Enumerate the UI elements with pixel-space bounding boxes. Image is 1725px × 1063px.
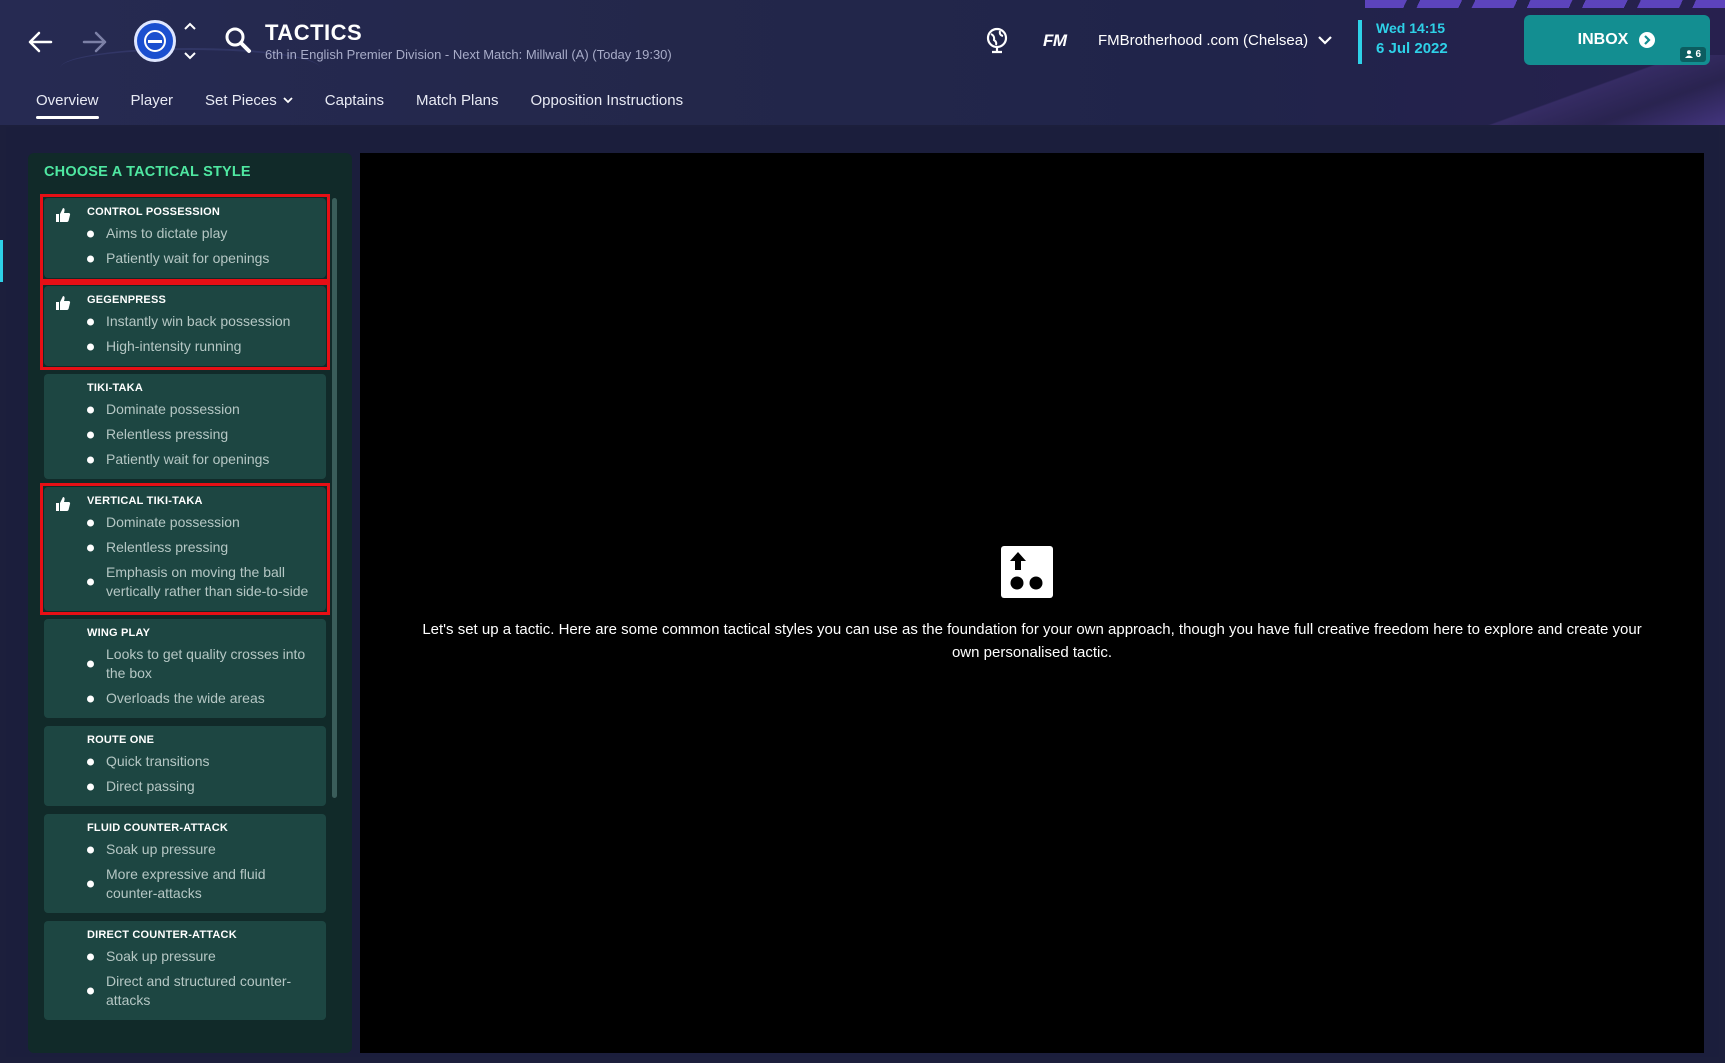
tactical-style-point: Emphasis on moving the ball vertically r… xyxy=(87,563,316,601)
tactic-formation-icon xyxy=(1001,546,1053,598)
tactical-style-name: GEGENPRESS xyxy=(87,294,167,306)
game-time: Wed 14:15 xyxy=(1376,20,1445,36)
tactical-style-point: Aims to dictate play xyxy=(87,224,316,243)
tactical-style-point: Relentless pressing xyxy=(87,425,316,444)
tactical-style-point: Quick transitions xyxy=(87,752,316,771)
tactical-style-points: Soak up pressure More expressive and flui… xyxy=(87,840,316,903)
tactical-style-points: Quick transitions Direct passing xyxy=(87,752,316,796)
tactical-style-point: Direct and structured counter-attacks xyxy=(87,972,316,1010)
tactical-style-point: Overloads the wide areas xyxy=(87,689,316,708)
tab-opposition-instructions[interactable]: Opposition Instructions xyxy=(519,86,696,119)
header-decoration xyxy=(1365,0,1725,8)
game-date: Wed 14:15 6 Jul 2022 xyxy=(1358,20,1448,64)
tactical-style-card[interactable]: ROUTE ONE Quick transitions Direct passing xyxy=(44,726,326,806)
tactical-style-point: Dominate possession xyxy=(87,513,316,532)
manager-profile-name: FMBrotherhood .com (Chelsea) xyxy=(1098,32,1309,49)
top-header: TACTICS 6th in English Premier Division … xyxy=(0,0,1725,125)
game-day: 6 Jul 2022 xyxy=(1376,40,1448,57)
search-icon xyxy=(225,27,251,53)
forward-button[interactable] xyxy=(75,22,115,62)
sidebar-indicator xyxy=(0,240,3,282)
tactical-style-point: High-intensity running xyxy=(87,337,316,356)
club-crest-icon xyxy=(144,30,166,52)
tactical-style-card[interactable]: GEGENPRESS Instantly win back possession H… xyxy=(44,286,326,366)
tactical-style-name: VERTICAL TIKI-TAKA xyxy=(87,495,203,507)
arrow-left-icon xyxy=(28,31,53,53)
page-title: TACTICS xyxy=(265,20,363,45)
tactical-style-points: Aims to dictate play Patiently wait for o… xyxy=(87,224,316,268)
tactical-style-point: Patiently wait for openings xyxy=(87,249,316,268)
inbox-button[interactable]: INBOX 6 xyxy=(1524,15,1710,65)
tactical-style-card[interactable]: DIRECT COUNTER-ATTACK Soak up pressure Dir… xyxy=(44,921,326,1020)
tactical-style-name: FLUID COUNTER-ATTACK xyxy=(87,822,229,834)
tab-match-plans[interactable]: Match Plans xyxy=(404,86,511,119)
tactical-style-point: Soak up pressure xyxy=(87,840,316,859)
tactical-style-list: CONTROL POSSESSION Aims to dictate play Pa… xyxy=(44,198,326,1028)
chevron-down-icon xyxy=(1318,36,1332,45)
thumbs-up-icon xyxy=(54,495,72,513)
tactical-style-card[interactable]: TIKI-TAKA Dominate possession Relentless p… xyxy=(44,374,326,479)
globe-icon xyxy=(986,27,1008,54)
chevron-up-icon xyxy=(184,22,196,30)
fm-logo: FM xyxy=(1043,31,1067,50)
club-switcher[interactable] xyxy=(182,22,198,60)
tactical-style-point: Direct passing xyxy=(87,777,316,796)
search-button[interactable] xyxy=(224,26,254,56)
tactical-style-name: TIKI-TAKA xyxy=(87,382,143,394)
person-icon xyxy=(1684,50,1693,58)
arrow-circle-right-icon xyxy=(1639,32,1656,48)
inbox-count-badge: 6 xyxy=(1679,47,1706,62)
tab-label: Opposition Instructions xyxy=(530,92,684,109)
intro-text: Let's set up a tactic. Here are some com… xyxy=(422,621,1642,661)
tactical-style-name: CONTROL POSSESSION xyxy=(87,206,220,218)
tactic-content-area: Let's set up a tactic. Here are some com… xyxy=(360,153,1704,1053)
tactical-style-panel: CHOOSE A TACTICAL STYLE CONTROL POSSESSI… xyxy=(28,153,352,1053)
tab-label: Captains xyxy=(324,92,384,109)
tactical-style-points: Looks to get quality crosses into the bo… xyxy=(87,645,316,708)
world-button[interactable] xyxy=(983,26,1011,54)
tactical-style-card[interactable]: CONTROL POSSESSION Aims to dictate play Pa… xyxy=(44,198,326,278)
tactical-style-name: WING PLAY xyxy=(87,627,151,639)
header-decoration-right xyxy=(1485,55,1725,125)
tactical-style-card[interactable]: WING PLAY Looks to get quality crosses in… xyxy=(44,619,326,718)
tactical-style-point: Dominate possession xyxy=(87,400,316,419)
tactical-style-name: ROUTE ONE xyxy=(87,734,155,746)
tactical-style-points: Dominate possession Relentless pressing Pa… xyxy=(87,400,316,469)
tactical-style-points: Soak up pressure Direct and structured co… xyxy=(87,947,316,1010)
chevron-down-icon xyxy=(184,52,196,60)
tab-overview[interactable]: Overview xyxy=(24,86,111,119)
tab-set-pieces[interactable]: Set Pieces xyxy=(193,86,305,119)
tab-label: Set Pieces xyxy=(205,92,277,109)
tab-label: Match Plans xyxy=(415,92,499,109)
tab-label: Overview xyxy=(36,92,99,109)
tab-player[interactable]: Player xyxy=(119,86,186,119)
tactical-style-point: More expressive and fluid counter-attack… xyxy=(87,865,316,903)
tab-label: Player xyxy=(130,92,174,109)
page-subtitle: 6th in English Premier Division - Next M… xyxy=(265,47,672,62)
tab-captains[interactable]: Captains xyxy=(313,86,396,119)
tactical-style-points: Instantly win back possession High-intens… xyxy=(87,312,316,356)
thumbs-up-icon xyxy=(54,294,72,312)
tactical-style-point: Soak up pressure xyxy=(87,947,316,966)
thumbs-up-icon xyxy=(54,206,72,224)
arrow-right-icon xyxy=(82,31,107,53)
tactical-style-card[interactable]: FLUID COUNTER-ATTACK Soak up pressure More… xyxy=(44,814,326,913)
manager-profile-dropdown[interactable]: FMBrotherhood .com (Chelsea) xyxy=(1098,32,1332,49)
tactics-tabs: Overview Player Set Pieces Captains Matc… xyxy=(24,86,703,119)
club-badge[interactable] xyxy=(134,20,176,62)
style-list-scrollbar[interactable] xyxy=(332,198,337,798)
tactical-style-card[interactable]: VERTICAL TIKI-TAKA Dominate possession Rel… xyxy=(44,487,326,611)
inbox-count: 6 xyxy=(1695,49,1701,60)
back-button[interactable] xyxy=(20,22,60,62)
chevron-down-icon xyxy=(283,97,293,104)
inbox-label: INBOX xyxy=(1577,31,1629,48)
panel-title: CHOOSE A TACTICAL STYLE xyxy=(44,164,251,180)
tactical-style-point: Looks to get quality crosses into the bo… xyxy=(87,645,316,683)
tactical-style-point: Patiently wait for openings xyxy=(87,450,316,469)
tactical-style-point: Instantly win back possession xyxy=(87,312,316,331)
tactical-style-points: Dominate possession Relentless pressing Em… xyxy=(87,513,316,601)
tactical-style-name: DIRECT COUNTER-ATTACK xyxy=(87,929,237,941)
tactical-style-point: Relentless pressing xyxy=(87,538,316,557)
